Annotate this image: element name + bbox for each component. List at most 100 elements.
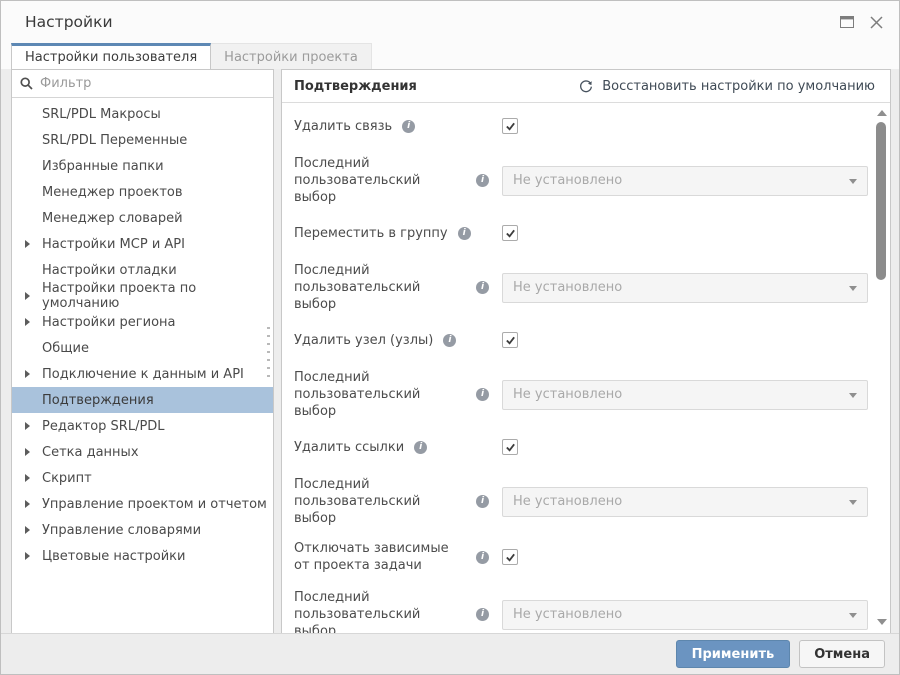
- sidebar-item-label: Сетка данных: [42, 445, 139, 460]
- info-icon[interactable]: i: [402, 120, 415, 133]
- checkbox[interactable]: [502, 439, 518, 455]
- sidebar-item[interactable]: Редактор SRL/PDL: [12, 413, 273, 439]
- info-icon[interactable]: i: [476, 281, 489, 294]
- expand-arrow-icon[interactable]: [25, 292, 42, 300]
- chevron-down-icon: [849, 500, 857, 505]
- expand-arrow-icon: [25, 110, 42, 118]
- sidebar-item-label: Цветовые настройки: [42, 549, 185, 564]
- checkbox[interactable]: [502, 225, 518, 241]
- sidebar-item[interactable]: Настройки региона: [12, 309, 273, 335]
- dropdown-select[interactable]: Не установлено: [502, 380, 868, 410]
- sidebar-item[interactable]: Настройки отладки: [12, 257, 273, 283]
- sidebar-item-label: Подтверждения: [42, 393, 154, 408]
- tab-bar: Настройки пользователяНастройки проекта: [11, 43, 889, 69]
- scrollbar-up-arrow-icon[interactable]: [874, 107, 889, 119]
- restore-defaults-button[interactable]: Восстановить настройки по умолчанию: [579, 79, 875, 94]
- expand-arrow-icon: [25, 188, 42, 196]
- dropdown-value: Не установлено: [513, 494, 622, 509]
- expand-arrow-icon[interactable]: [25, 422, 42, 430]
- setting-label: Отключать зависимые от проекта задачи: [294, 540, 466, 574]
- expand-arrow-icon[interactable]: [25, 552, 42, 560]
- expand-arrow-icon: [25, 136, 42, 144]
- sidebar-item[interactable]: Менеджер проектов: [12, 179, 273, 205]
- dropdown-value: Не установлено: [513, 387, 622, 402]
- expand-arrow-icon[interactable]: [25, 448, 42, 456]
- search-icon: [20, 77, 33, 90]
- sidebar-item[interactable]: Менеджер словарей: [12, 205, 273, 231]
- tab-project-settings[interactable]: Настройки проекта: [211, 43, 372, 69]
- checkbox[interactable]: [502, 549, 518, 565]
- setting-row: Последний пользовательский выбор i Не уста…: [294, 369, 868, 420]
- sidebar-item-label: Общие: [42, 341, 89, 356]
- chevron-down-icon: [849, 393, 857, 398]
- info-icon[interactable]: i: [476, 495, 489, 508]
- panel-body: Удалить связьi Последний пользовательский…: [282, 104, 890, 634]
- expand-arrow-icon: [25, 344, 42, 352]
- tab-user-settings[interactable]: Настройки пользователя: [11, 43, 211, 69]
- sidebar-item-label: SRL/PDL Переменные: [42, 133, 187, 148]
- expand-arrow-icon: [25, 162, 42, 170]
- sidebar-item[interactable]: Подтверждения: [12, 387, 273, 413]
- chevron-down-icon: [849, 179, 857, 184]
- info-icon[interactable]: i: [476, 551, 489, 564]
- sidebar-item-label: Менеджер словарей: [42, 211, 183, 226]
- info-icon[interactable]: i: [476, 388, 489, 401]
- sidebar-item-label: Настройки проекта по умолчанию: [42, 281, 273, 311]
- checkbox[interactable]: [502, 118, 518, 134]
- sidebar-item[interactable]: Скрипт: [12, 465, 273, 491]
- dialog-title: Настройки: [25, 1, 113, 43]
- apply-button[interactable]: Применить: [676, 640, 791, 668]
- setting-row: Последний пользовательский выбор i Не уста…: [294, 155, 868, 206]
- sidebar-item[interactable]: Настройки MCP и API: [12, 231, 273, 257]
- expand-arrow-icon[interactable]: [25, 500, 42, 508]
- setting-row: Переместить в группуi: [294, 219, 868, 247]
- chevron-down-icon: [849, 286, 857, 291]
- filter-input[interactable]: [40, 76, 265, 91]
- dropdown-select[interactable]: Не установлено: [502, 273, 868, 303]
- expand-arrow-icon[interactable]: [25, 370, 42, 378]
- sidebar-item[interactable]: Подключение к данным и API: [12, 361, 273, 387]
- maximize-icon[interactable]: [840, 16, 854, 28]
- sidebar-item[interactable]: Избранные папки: [12, 153, 273, 179]
- titlebar: Настройки: [1, 1, 899, 43]
- dropdown-select[interactable]: Не установлено: [502, 600, 868, 630]
- sidebar-item[interactable]: Общие: [12, 335, 273, 361]
- setting-label: Последний пользовательский выбор: [294, 155, 466, 206]
- expand-arrow-icon[interactable]: [25, 240, 42, 248]
- splitter-handle[interactable]: [267, 327, 270, 377]
- filter-box: [12, 70, 273, 98]
- info-icon[interactable]: i: [443, 334, 456, 347]
- expand-arrow-icon[interactable]: [25, 474, 42, 482]
- setting-row: Удалить ссылкиi: [294, 433, 868, 461]
- scrollbar-thumb[interactable]: [876, 122, 886, 280]
- scrollbar: [874, 107, 889, 628]
- setting-label-cell: Удалить узел (узлы)i: [294, 332, 494, 349]
- setting-label-cell: Отключать зависимые от проекта задачи i: [294, 540, 494, 574]
- info-icon[interactable]: i: [476, 608, 489, 621]
- sidebar-item[interactable]: SRL/PDL Переменные: [12, 127, 273, 153]
- sidebar-item[interactable]: SRL/PDL Макросы: [12, 101, 273, 127]
- expand-arrow-icon[interactable]: [25, 526, 42, 534]
- sidebar-item[interactable]: Цветовые настройки: [12, 543, 273, 569]
- info-icon[interactable]: i: [476, 174, 489, 187]
- dropdown-value: Не установлено: [513, 280, 622, 295]
- sidebar-item[interactable]: Сетка данных: [12, 439, 273, 465]
- sidebar-item[interactable]: Управление словарями: [12, 517, 273, 543]
- checkbox[interactable]: [502, 332, 518, 348]
- scrollbar-down-arrow-icon[interactable]: [874, 616, 889, 628]
- setting-label: Последний пользовательский выбор: [294, 369, 466, 420]
- dropdown-select[interactable]: Не установлено: [502, 166, 868, 196]
- close-icon[interactable]: [870, 16, 883, 29]
- setting-label-cell: Удалить связьi: [294, 118, 494, 135]
- info-icon[interactable]: i: [458, 227, 471, 240]
- sidebar-item[interactable]: Настройки проекта по умолчанию: [12, 283, 273, 309]
- info-icon[interactable]: i: [414, 441, 427, 454]
- cancel-button[interactable]: Отмена: [799, 640, 885, 668]
- setting-row: Отключать зависимые от проекта задачи i: [294, 540, 868, 574]
- sidebar-item[interactable]: Управление проектом и отчетом: [12, 491, 273, 517]
- sidebar-item-label: Настройки региона: [42, 315, 176, 330]
- footer-bar: Применить Отмена: [1, 633, 899, 674]
- expand-arrow-icon[interactable]: [25, 318, 42, 326]
- dropdown-select[interactable]: Не установлено: [502, 487, 868, 517]
- window-buttons: [840, 1, 883, 43]
